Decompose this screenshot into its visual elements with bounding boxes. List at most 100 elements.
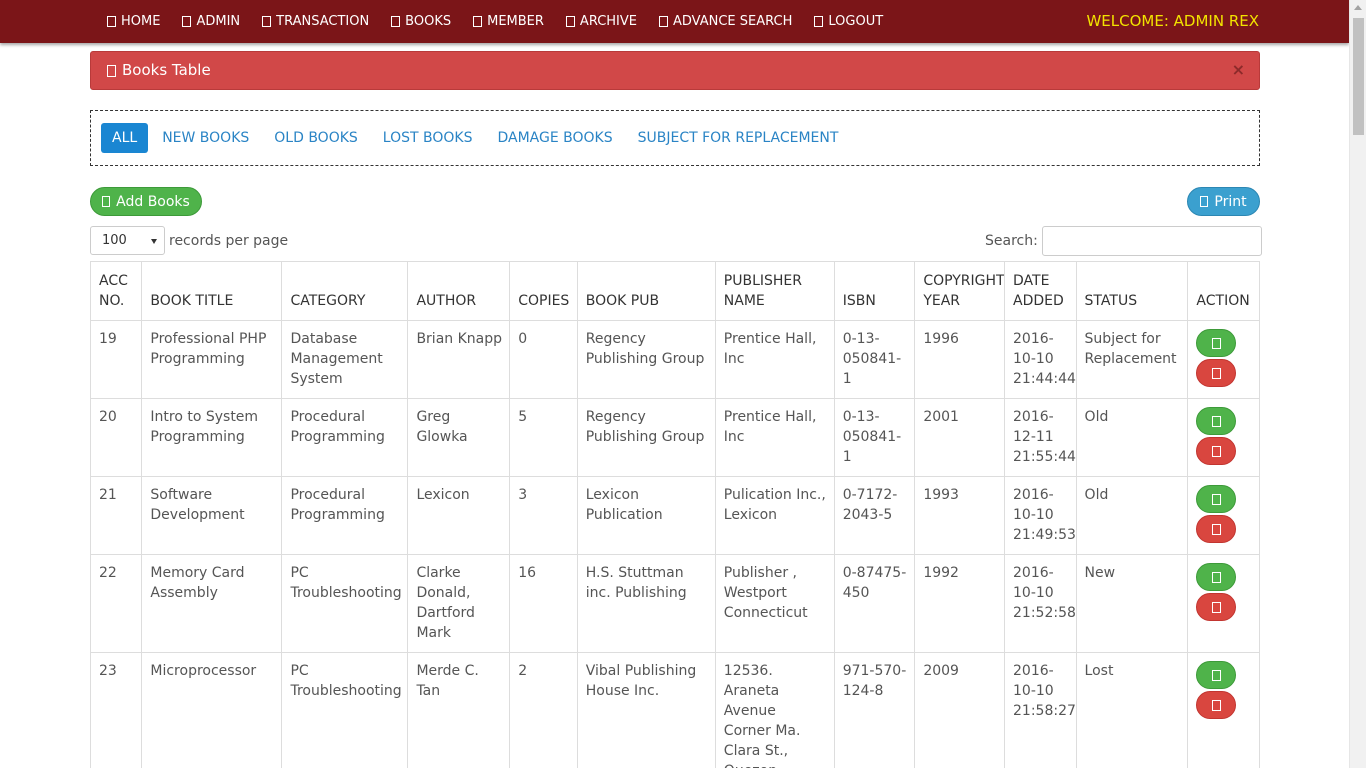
delete-button[interactable] xyxy=(1196,515,1237,543)
delete-button[interactable] xyxy=(1196,593,1237,621)
scroll-thumb[interactable] xyxy=(1353,18,1364,135)
nav-home[interactable]: HOME xyxy=(96,0,171,43)
cell-isbn: 0-13-050841-1 xyxy=(833,320,916,399)
cell-status: Lost xyxy=(1075,652,1189,768)
cell-book-pub: H.S. Stuttman inc. Publishing xyxy=(576,554,716,653)
cell-copies: 0 xyxy=(509,320,578,399)
nav-archive[interactable]: ARCHIVE xyxy=(555,0,648,43)
nav-admin[interactable]: ADMIN xyxy=(171,0,251,43)
records-per-page: 100 records per page xyxy=(90,226,288,255)
search-input[interactable] xyxy=(1041,226,1262,256)
header-book-title[interactable]: BOOK TITLE xyxy=(141,261,283,321)
header-category[interactable]: CATEGORY xyxy=(281,261,409,321)
per-page-value: 100 xyxy=(102,233,127,248)
cell-action xyxy=(1187,652,1260,768)
nav-advance-search-label: ADVANCE SEARCH xyxy=(673,14,793,29)
header-acc-no[interactable]: ACC NO. xyxy=(89,261,143,321)
cell-author: Brian Knapp xyxy=(407,320,511,399)
cell-status: Old xyxy=(1075,476,1189,555)
scroll-up-arrow-icon[interactable] xyxy=(1354,5,1362,10)
tab-subject-for-replacement[interactable]: SUBJECT FOR REPLACEMENT xyxy=(627,123,850,153)
table-header-row: ACC NO. BOOK TITLE CATEGORY AUTHOR COPIE… xyxy=(89,261,1260,321)
nav-books-label: BOOKS xyxy=(405,14,452,29)
nav-transaction[interactable]: TRANSACTION xyxy=(251,0,380,43)
table-row: 21 Software Development Procedural Progr… xyxy=(89,476,1260,555)
tab-damage-books[interactable]: DAMAGE BOOKS xyxy=(486,123,623,153)
tab-lost-books[interactable]: LOST BOOKS xyxy=(372,123,484,153)
header-publisher-name[interactable]: PUBLISHER NAME xyxy=(714,261,835,321)
per-page-select[interactable]: 100 xyxy=(90,226,165,255)
nav-home-label: HOME xyxy=(121,14,161,29)
print-button[interactable]: Print xyxy=(1187,187,1260,216)
search-area: Search: xyxy=(985,226,1262,256)
nav-books[interactable]: BOOKS xyxy=(380,0,462,43)
books-table-banner: Books Table × xyxy=(90,51,1260,90)
table-row: 23 Microprocessor PC Troubleshooting Mer… xyxy=(89,652,1260,768)
cell-author: Clarke Donald, Dartford Mark xyxy=(407,554,511,653)
header-copyright-year[interactable]: COPYRIGHT YEAR xyxy=(914,261,1005,321)
nav-member-label: MEMBER xyxy=(487,14,544,29)
edit-button[interactable] xyxy=(1196,329,1237,357)
nav-member[interactable]: MEMBER xyxy=(462,0,555,43)
cell-isbn: 0-13-050841-1 xyxy=(833,398,916,477)
cell-status: New xyxy=(1075,554,1189,653)
cell-action xyxy=(1187,320,1260,399)
delete-button[interactable] xyxy=(1196,359,1237,387)
header-status[interactable]: STATUS xyxy=(1075,261,1189,321)
cell-book-title: Microprocessor xyxy=(141,652,283,768)
banner-title-text: Books Table xyxy=(122,61,211,79)
cell-acc-no: 23 xyxy=(89,652,143,768)
cell-copies: 5 xyxy=(509,398,578,477)
page-scrollbar[interactable] xyxy=(1349,0,1366,768)
tab-all[interactable]: ALL xyxy=(101,123,149,153)
cell-isbn: 0-87475-450 xyxy=(833,554,916,653)
header-date-added[interactable]: DATE ADDED xyxy=(1004,261,1077,321)
nav-logout[interactable]: LOGOUT xyxy=(803,0,894,43)
tab-new-books[interactable]: NEW BOOKS xyxy=(151,123,260,153)
cell-book-title: Intro to System Programming xyxy=(141,398,283,477)
edit-button[interactable] xyxy=(1196,485,1237,513)
delete-button[interactable] xyxy=(1196,437,1237,465)
cell-author: Greg Glowka xyxy=(407,398,511,477)
books-table-wrap: ACC NO. BOOK TITLE CATEGORY AUTHOR COPIE… xyxy=(89,261,1260,768)
edit-button[interactable] xyxy=(1196,407,1237,435)
cell-category: PC Troubleshooting xyxy=(281,652,409,768)
cell-status: Old xyxy=(1075,398,1189,477)
header-isbn[interactable]: ISBN xyxy=(833,261,916,321)
nav-transaction-label: TRANSACTION xyxy=(276,14,370,29)
edit-icon xyxy=(1211,415,1221,427)
cell-date-added: 2016-10-10 21:52:58 xyxy=(1004,554,1077,653)
book-icon xyxy=(391,16,401,27)
table-row: 22 Memory Card Assembly PC Troubleshooti… xyxy=(89,554,1260,653)
cell-book-pub: Regency Publishing Group xyxy=(576,398,716,477)
user-icon xyxy=(182,16,192,27)
table-row: 20 Intro to System Programming Procedura… xyxy=(89,398,1260,477)
cell-copies: 16 xyxy=(509,554,578,653)
cell-action xyxy=(1187,476,1260,555)
cell-book-pub: Vibal Publishing House Inc. xyxy=(576,652,716,768)
book-icon xyxy=(107,64,116,77)
edit-button[interactable] xyxy=(1196,661,1237,689)
cell-category: Procedural Programming xyxy=(281,476,409,555)
close-icon[interactable]: × xyxy=(1232,60,1245,79)
cell-book-title: Memory Card Assembly xyxy=(141,554,283,653)
edit-icon xyxy=(1211,669,1221,681)
cell-copyright-year: 1992 xyxy=(914,554,1005,653)
nav-menu: HOME ADMIN TRANSACTION BOOKS MEMBER ARCH… xyxy=(96,0,894,43)
cell-publisher-name: Pulication Inc., Lexicon xyxy=(714,476,835,555)
nav-logout-label: LOGOUT xyxy=(828,14,884,29)
delete-button[interactable] xyxy=(1196,691,1237,719)
cell-category: Procedural Programming xyxy=(281,398,409,477)
header-author[interactable]: AUTHOR xyxy=(407,261,511,321)
home-icon xyxy=(107,16,116,27)
header-book-pub[interactable]: BOOK PUB xyxy=(576,261,716,321)
cell-copyright-year: 2009 xyxy=(914,652,1005,768)
cell-status: Subject for Replacement xyxy=(1075,320,1189,399)
nav-advance-search[interactable]: ADVANCE SEARCH xyxy=(648,0,803,43)
print-icon xyxy=(1200,196,1209,207)
header-copies[interactable]: COPIES xyxy=(509,261,578,321)
tab-old-books[interactable]: OLD BOOKS xyxy=(263,123,369,153)
cell-copyright-year: 2001 xyxy=(914,398,1005,477)
add-books-button[interactable]: Add Books xyxy=(90,187,202,216)
edit-button[interactable] xyxy=(1196,563,1237,591)
